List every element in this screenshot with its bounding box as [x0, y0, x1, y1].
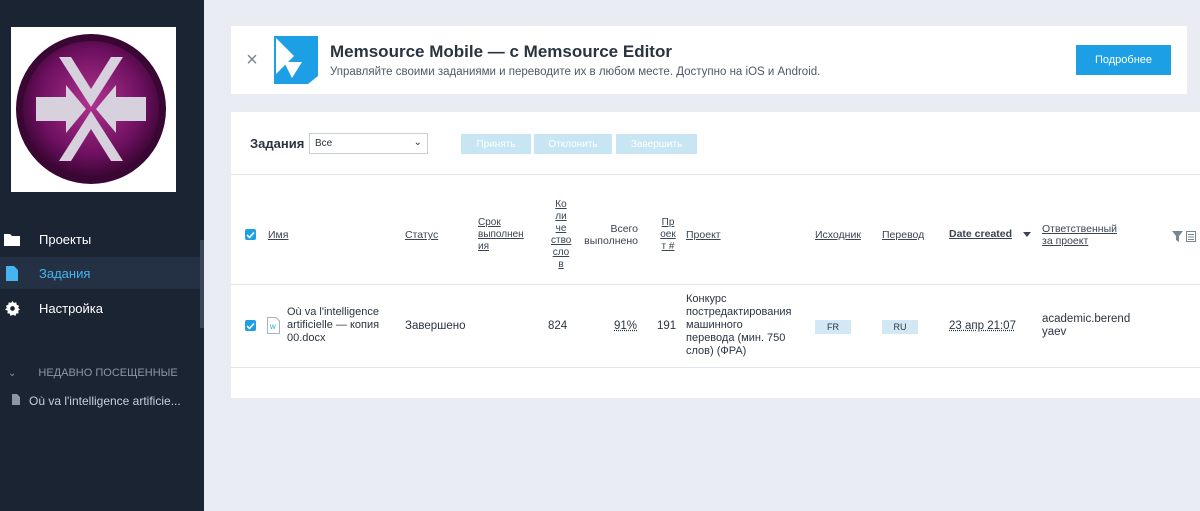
recent-item[interactable]: Où va l'intelligence artificie...: [0, 391, 204, 411]
divider: [231, 284, 1200, 285]
sort-desc-icon[interactable]: [1023, 232, 1031, 237]
job-status: Завершено: [405, 320, 466, 332]
chevron-down-icon: ⌄: [413, 137, 422, 148]
file-icon: [4, 265, 20, 281]
gear-icon: [4, 300, 20, 316]
column-header-name[interactable]: Имя: [268, 229, 288, 241]
job-file-name[interactable]: Où va l'intelligence artificielle — копия…: [287, 306, 379, 345]
divider: [231, 174, 1200, 175]
target-language-badge: RU: [882, 320, 918, 334]
column-header-project[interactable]: Проект: [686, 229, 721, 241]
source-language-badge: FR: [815, 320, 851, 334]
folder-icon: [4, 231, 20, 247]
close-icon[interactable]: ×: [244, 50, 260, 70]
row-checkbox[interactable]: [245, 320, 256, 331]
sidebar: Проекты Задания Настройка ⌄ НЕДАВНО ПОСЕ…: [0, 0, 204, 511]
decline-button[interactable]: Отклонить: [534, 134, 612, 154]
column-header-status[interactable]: Статус: [405, 229, 438, 241]
job-owner: academic.berend yaev: [1042, 313, 1131, 338]
status-filter-select[interactable]: Все ⌄: [309, 133, 428, 154]
column-header-due[interactable]: Срок выполнен ия: [478, 217, 524, 253]
column-header-project-number[interactable]: Пр оек т #: [658, 217, 678, 253]
select-all-checkbox[interactable]: [245, 229, 256, 240]
filter-icon[interactable]: [1172, 229, 1183, 247]
logo: [11, 27, 176, 192]
sidebar-item-label: Задания: [39, 265, 91, 281]
job-date-created: 23 апр 21:07: [949, 320, 1016, 332]
divider: [231, 367, 1200, 368]
banner-title: Memsource Mobile — с Memsource Editor: [330, 42, 672, 61]
sidebar-item-label: Проекты: [39, 231, 92, 247]
job-total-done[interactable]: 91%: [614, 320, 637, 333]
memsource-mobile-app-icon: [272, 36, 320, 89]
complete-button[interactable]: Завершить: [616, 134, 697, 154]
columns-icon[interactable]: [1186, 229, 1196, 247]
column-header-word-count[interactable]: Ко ли че ство сло в: [551, 199, 571, 271]
sidebar-scrollbar[interactable]: [200, 240, 204, 328]
column-header-owner[interactable]: Ответственный за проект: [1042, 223, 1117, 247]
job-word-count: 824: [548, 320, 568, 332]
word-document-icon: W: [267, 317, 280, 339]
job-project-number: 191: [657, 320, 677, 332]
column-header-source[interactable]: Исходник: [815, 229, 861, 241]
accept-button[interactable]: Принять: [461, 134, 531, 154]
chevron-down-icon: ⌄: [8, 367, 17, 379]
column-header-total-done: Всего выполнено: [584, 223, 638, 247]
svg-text:W: W: [270, 325, 276, 331]
job-project-name[interactable]: Конкурс постредактирования машинного перево…: [686, 293, 792, 358]
sidebar-item-tasks[interactable]: Задания: [0, 257, 204, 289]
column-header-date-created[interactable]: Date created: [949, 228, 1012, 240]
column-header-target[interactable]: Перевод: [882, 229, 924, 241]
sidebar-item-projects[interactable]: Проекты: [0, 223, 204, 255]
sidebar-item-label: Настройка: [39, 300, 103, 316]
page-title: Задания: [250, 136, 305, 151]
document-icon: [12, 394, 20, 408]
more-info-button[interactable]: Подробнее: [1076, 45, 1171, 75]
sidebar-item-settings[interactable]: Настройка: [0, 292, 204, 324]
recent-heading[interactable]: ⌄ НЕДАВНО ПОСЕЩЕННЫЕ: [0, 363, 204, 383]
banner-subtitle: Управляйте своими заданиями и переводите…: [330, 66, 821, 78]
